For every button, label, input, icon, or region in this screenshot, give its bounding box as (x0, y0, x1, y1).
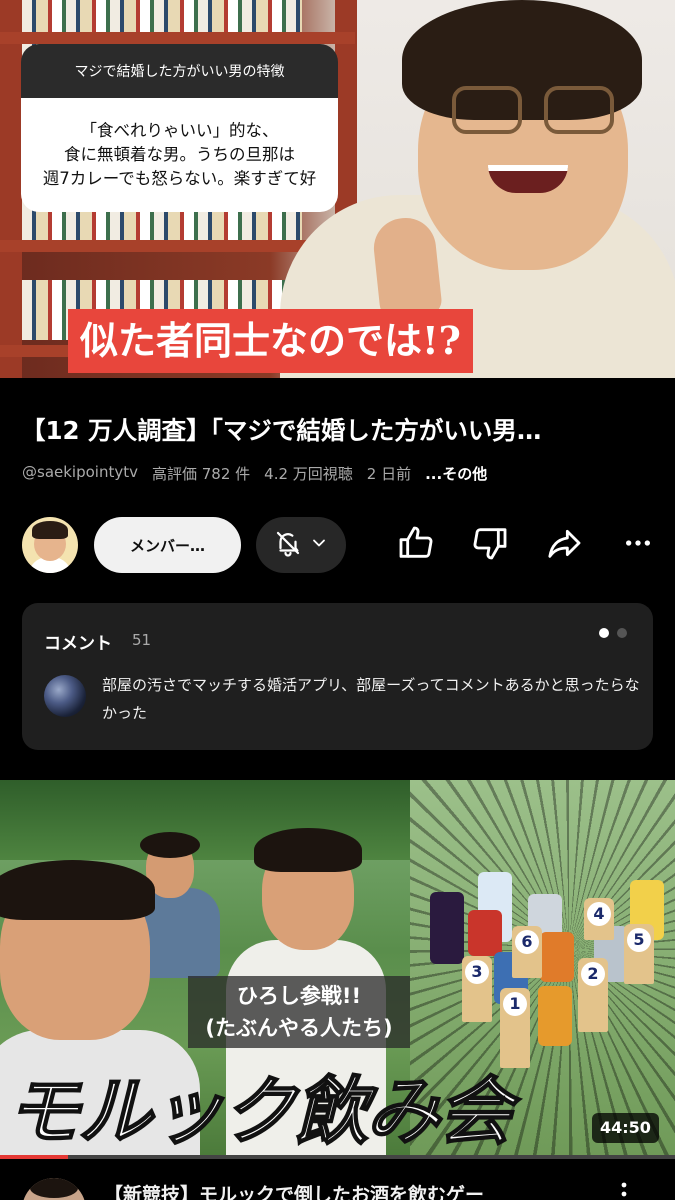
next-video-thumbnail[interactable]: 4 6 5 3 2 1 ひろし参戦!! (たぶんやる人たち) モルック飲み会 (0, 780, 675, 1158)
channel-avatar[interactable] (22, 517, 78, 573)
like-count: 高評価 782 件 (151, 465, 251, 483)
question-line: 週7カレーでも怒らない。楽すぎて好 (42, 169, 317, 188)
question-line: 「食べれりゃいい」的な、 (80, 121, 279, 140)
watch-progress-bar (0, 1155, 675, 1159)
molkky-pin: 1 (500, 988, 530, 1068)
next-video-menu-button[interactable] (612, 1180, 636, 1200)
watch-progress-fill (0, 1155, 68, 1159)
question-line: 食に無頓着な男。うちの旦那は (63, 145, 295, 164)
video-caption: 似た者同士なのでは!? (68, 309, 473, 373)
drink-can (538, 986, 572, 1046)
carousel-dot (617, 628, 627, 638)
drink-can (468, 910, 502, 956)
more-actions-button[interactable] (614, 521, 662, 569)
member-button[interactable]: メンバー… (94, 517, 241, 573)
molkky-pin: 4 (584, 898, 614, 940)
next-video-title[interactable]: 【新競技】モルックで倒したお酒を飲むゲー (104, 1180, 564, 1200)
presenter-glasses (544, 86, 614, 134)
more-link[interactable]: ...その他 (425, 463, 487, 484)
video-player[interactable]: マジで結婚した方がいい男の特徴 「食べれりゃいい」的な、 食に無頓着な男。うちの… (0, 0, 675, 378)
thumbnail-sub-caption: ひろし参戦!! (たぶんやる人たち) (188, 976, 410, 1048)
question-card-body: 「食べれりゃいい」的な、 食に無頓着な男。うちの旦那は 週7カレーでも怒らない。… (21, 98, 338, 212)
posted-time: 2 日前 (366, 465, 412, 483)
share-icon (544, 523, 584, 567)
bell-off-icon (273, 528, 303, 562)
top-comment-text: 部屋の汚さでマッチする婚活アプリ、部屋ーズってコメントあるかと思ったらなかった (102, 676, 640, 722)
drink-bottle (430, 892, 464, 964)
question-card-header: マジで結婚した方がいい男の特徴 (21, 44, 338, 98)
video-meta[interactable]: @saekipointytv 高評価 782 件 4.2 万回視聴 2 日前 .… (22, 463, 487, 484)
notification-button[interactable] (256, 517, 346, 573)
view-count: 4.2 万回視聴 (264, 465, 353, 483)
molkky-pin: 2 (578, 958, 608, 1032)
thumbs-down-icon (470, 523, 510, 567)
like-button[interactable] (392, 521, 440, 569)
comments-title: コメント (44, 634, 112, 654)
next-video-channel-avatar[interactable] (22, 1178, 86, 1200)
molkky-pin: 5 (624, 924, 654, 984)
channel-handle[interactable]: @saekipointytv (22, 463, 138, 484)
comments-panel[interactable]: コメント 51 部屋の汚さでマッチする婚活アプリ、部屋ーズってコメントあるかと思… (22, 603, 653, 750)
more-horizontal-icon (622, 527, 654, 563)
molkky-pin: 3 (462, 956, 492, 1022)
thumbnail-title: モルック飲み会 (5, 1069, 513, 1155)
video-duration: 44:50 (592, 1113, 659, 1143)
molkky-pin: 6 (512, 926, 542, 978)
dislike-button[interactable] (466, 521, 514, 569)
question-card: マジで結婚した方がいい男の特徴 「食べれりゃいい」的な、 食に無頓着な男。うちの… (21, 44, 338, 212)
bookshelf-frame (0, 0, 22, 378)
more-vertical-icon (612, 1182, 636, 1200)
video-title[interactable]: 【12 万人調査】「マジで結婚した方がいい男… (21, 412, 661, 447)
share-button[interactable] (540, 521, 588, 569)
chevron-down-icon (309, 533, 329, 557)
presenter-glasses (452, 86, 522, 134)
comments-count: 51 (132, 631, 152, 649)
commenter-avatar (44, 675, 86, 717)
bookshelf-shelf (0, 32, 355, 44)
drink-can (540, 932, 574, 982)
thumbs-up-icon (396, 523, 436, 567)
carousel-dot-active (599, 628, 609, 638)
